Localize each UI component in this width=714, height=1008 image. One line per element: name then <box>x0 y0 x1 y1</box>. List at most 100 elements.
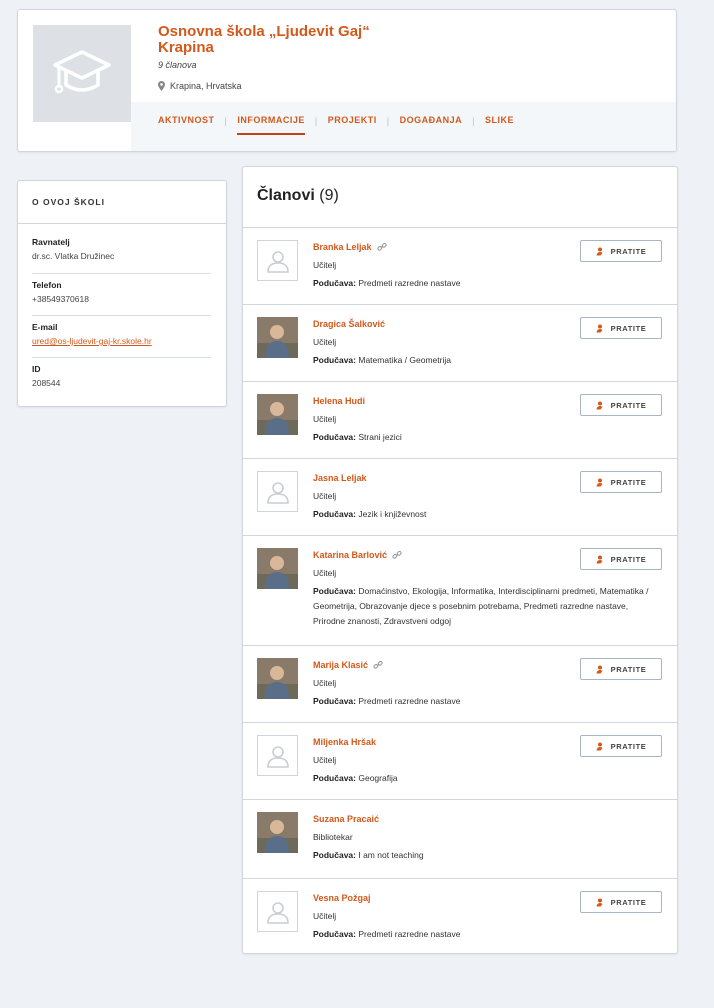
member-role: Učitelj <box>313 678 337 688</box>
follow-button[interactable]: PRATITE <box>580 240 662 262</box>
member-name[interactable]: Jasna Leljak <box>313 473 367 483</box>
member-teaches: Podučava: Matematika / Geometrija <box>313 353 658 368</box>
member-photo <box>257 548 298 589</box>
profile-photo <box>257 548 298 589</box>
tab-projekti[interactable]: PROJEKTI <box>328 115 377 135</box>
email-row: E-mail ured@os-ljudevit-gaj-kr.skole.hr <box>32 322 211 346</box>
teaches-value: Domaćinstvo, Ekologija, Informatika, Int… <box>313 586 649 626</box>
profile-photo <box>257 394 298 435</box>
member-teaches: Podučava: I am not teaching <box>313 848 658 863</box>
member-name-text[interactable]: Jasna Leljak <box>313 473 367 483</box>
about-school-card: O OVOJ ŠKOLI Ravnatelj dr.sc. Vlatka Dru… <box>17 180 227 407</box>
tab-separator: | <box>224 116 228 126</box>
link-icon <box>373 660 383 669</box>
divider <box>32 315 211 316</box>
follow-button-label: PRATITE <box>610 323 647 333</box>
member-row: Marija Klasić Učitelj Podučava: Predmeti r… <box>243 646 677 723</box>
member-name[interactable]: Katarina Barlović <box>313 550 402 560</box>
follow-button[interactable]: PRATITE <box>580 394 662 416</box>
profile-photo <box>257 812 298 853</box>
member-name[interactable]: Suzana Pracaić <box>313 814 379 824</box>
school-name: Osnovna škola „Ljudevit Gaj“ Krapina <box>158 23 370 56</box>
tab-informacije[interactable]: INFORMACIJE <box>237 115 305 135</box>
member-role: Učitelj <box>313 911 337 921</box>
member-photo <box>257 658 298 699</box>
member-name-text[interactable]: Vesna Požgaj <box>313 893 371 903</box>
follow-user-icon <box>596 898 603 906</box>
member-name[interactable]: Dragica Šalković <box>313 319 385 329</box>
follow-button-label: PRATITE <box>610 897 647 907</box>
member-teaches: Podučava: Domaćinstvo, Ekologija, Inform… <box>313 584 658 629</box>
members-title: Članovi <box>257 187 315 204</box>
member-teaches: Podučava: Predmeti razredne nastave <box>313 694 658 709</box>
follow-user-icon <box>596 555 603 563</box>
school-location: Krapina, Hrvatska <box>158 81 242 91</box>
member-name-text[interactable]: Marija Klasić <box>313 660 368 670</box>
user-placeholder-icon <box>266 481 289 504</box>
graduation-cap-icon <box>53 49 111 93</box>
follow-user-icon <box>596 247 603 255</box>
member-name-text[interactable]: Helena Hudi <box>313 396 365 406</box>
principal-value: dr.sc. Vlatka Družinec <box>32 251 115 261</box>
follow-button[interactable]: PRATITE <box>580 548 662 570</box>
member-photo <box>257 471 298 512</box>
member-name-text[interactable]: Miljenka Hršak <box>313 737 376 747</box>
follow-user-icon <box>596 478 603 486</box>
member-role: Učitelj <box>313 260 337 270</box>
member-photo <box>257 891 298 932</box>
phone-row: Telefon +38549370618 <box>32 280 211 304</box>
tab-aktivnost[interactable]: AKTIVNOST <box>158 115 215 135</box>
teaches-label: Podučava: <box>313 586 356 596</box>
email-link[interactable]: ured@os-ljudevit-gaj-kr.skole.hr <box>32 336 211 346</box>
member-role: Učitelj <box>313 491 337 501</box>
follow-button[interactable]: PRATITE <box>580 735 662 757</box>
member-name[interactable]: Branka Leljak <box>313 242 387 252</box>
member-row: Vesna Požgaj Učitelj Podučava: Predmeti ra… <box>243 879 677 953</box>
member-name-text[interactable]: Branka Leljak <box>313 242 372 252</box>
member-teaches: Podučava: Strani jezici <box>313 430 658 445</box>
member-row: Suzana Pracaić Bibliotekar Podučava: I am … <box>243 800 677 879</box>
teaches-label: Podučava: <box>313 929 356 939</box>
tab-separator: | <box>314 116 318 126</box>
follow-user-icon <box>596 665 603 673</box>
teaches-label: Podučava: <box>313 696 356 706</box>
member-name-text[interactable]: Dragica Šalković <box>313 319 385 329</box>
follow-button-label: PRATITE <box>610 477 647 487</box>
member-role: Bibliotekar <box>313 832 353 842</box>
principal-label: Ravnatelj <box>32 237 70 247</box>
member-name-text[interactable]: Katarina Barlović <box>313 550 387 560</box>
follow-button[interactable]: PRATITE <box>580 658 662 680</box>
teaches-value: Predmeti razredne nastave <box>356 929 461 939</box>
member-name[interactable]: Vesna Požgaj <box>313 893 371 903</box>
member-photo <box>257 317 298 358</box>
member-teaches: Podučava: Predmeti razredne nastave <box>313 276 658 291</box>
member-name[interactable]: Helena Hudi <box>313 396 365 406</box>
member-name[interactable]: Marija Klasić <box>313 660 383 670</box>
member-photo <box>257 394 298 435</box>
member-teaches: Podučava: Predmeti razredne nastave <box>313 927 658 942</box>
tab-slike[interactable]: SLIKE <box>485 115 514 135</box>
email-label: E-mail <box>32 322 58 332</box>
divider <box>32 357 211 358</box>
follow-button-label: PRATITE <box>610 741 647 751</box>
follow-button-label: PRATITE <box>610 246 647 256</box>
teaches-value: Predmeti razredne nastave <box>356 278 461 288</box>
id-label: ID <box>32 364 41 374</box>
follow-button[interactable]: PRATITE <box>580 891 662 913</box>
map-pin-icon <box>158 81 165 91</box>
user-placeholder-icon <box>266 901 289 924</box>
follow-button-label: PRATITE <box>610 554 647 564</box>
member-name-text[interactable]: Suzana Pracaić <box>313 814 379 824</box>
teaches-value: Strani jezici <box>356 432 402 442</box>
member-photo <box>257 735 298 776</box>
follow-button[interactable]: PRATITE <box>580 471 662 493</box>
member-teaches: Podučava: Geografija <box>313 771 658 786</box>
member-name[interactable]: Miljenka Hršak <box>313 737 376 747</box>
teaches-label: Podučava: <box>313 355 356 365</box>
tab-dogadanja[interactable]: DOGAĐANJA <box>400 115 463 135</box>
member-row: Branka Leljak Učitelj Podučava: Predmeti r… <box>243 228 677 305</box>
follow-user-icon <box>596 742 603 750</box>
member-photo <box>257 812 298 853</box>
user-placeholder-icon <box>266 250 289 273</box>
follow-button[interactable]: PRATITE <box>580 317 662 339</box>
